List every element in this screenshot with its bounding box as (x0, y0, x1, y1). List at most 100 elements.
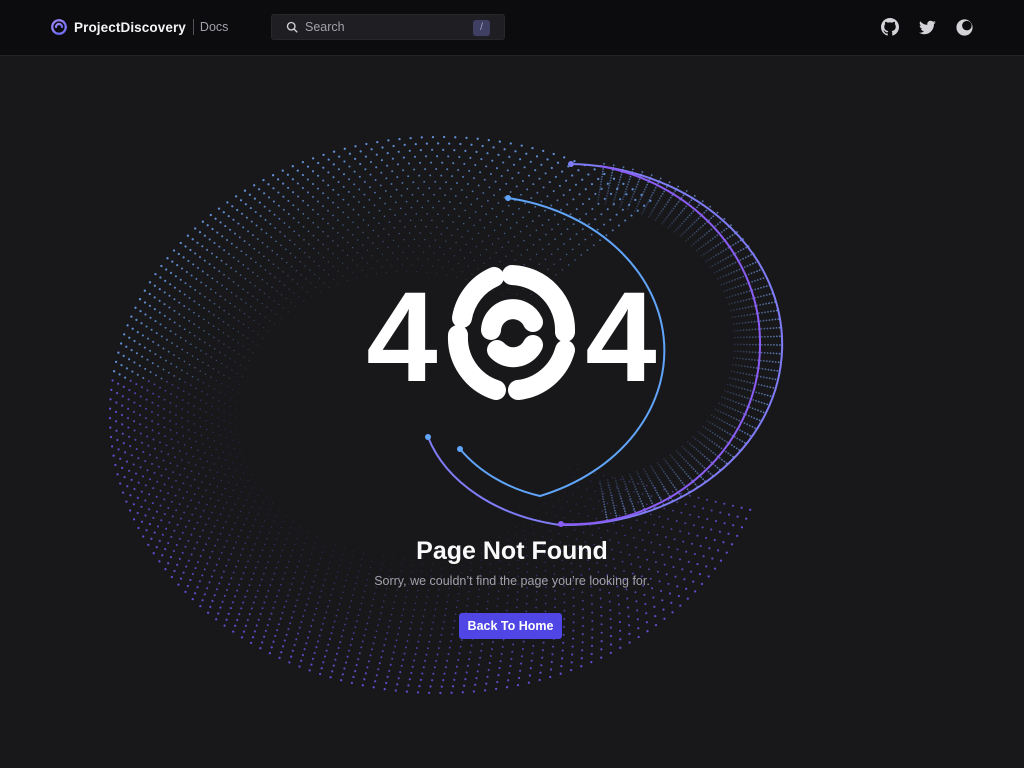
swirl-dot (108, 416, 112, 420)
swirl-dot (374, 179, 377, 181)
swirl-dot (499, 260, 501, 263)
github-link[interactable] (880, 17, 900, 37)
swirl-dot (598, 527, 600, 529)
swirl-dot (762, 277, 765, 279)
swirl-dot (203, 593, 206, 596)
swirl-dot (742, 299, 745, 302)
swirl-dot (521, 648, 524, 650)
theme-toggle-button[interactable] (954, 17, 974, 37)
swirl-dot (546, 158, 549, 161)
swirl-dot (215, 256, 218, 259)
swirl-dot (340, 635, 343, 638)
swirl-dot (231, 205, 234, 208)
swirl-dot (165, 338, 168, 341)
swirl-dot (380, 171, 383, 174)
swirl-dot (420, 219, 423, 221)
swirl-dot (236, 372, 238, 374)
swirl-dot (645, 186, 647, 189)
swirl-dot (627, 180, 630, 183)
swirl-dot (753, 271, 756, 274)
swirl-dot (765, 294, 768, 296)
swirl-dot (116, 382, 120, 385)
swirl-dot (716, 466, 719, 469)
swirl-dot (298, 665, 301, 668)
swirl-dot (619, 646, 622, 649)
swirl-dot (598, 193, 600, 196)
swirl-dot (193, 493, 196, 496)
swirl-dot (447, 155, 450, 158)
swirl-dot (261, 278, 264, 281)
swirl-dot (381, 606, 384, 608)
swirl-dot (173, 375, 176, 377)
swirl-dot (497, 153, 500, 156)
swirl-dot (614, 567, 616, 570)
swirl-dot (540, 527, 542, 529)
swirl-dot (356, 252, 359, 254)
swirl-dot (248, 316, 250, 318)
swirl-dot (719, 260, 722, 263)
swirl-dot (745, 358, 747, 360)
swirl-dot (635, 519, 638, 522)
swirl-dot (219, 532, 222, 535)
swirl-dot (573, 159, 576, 163)
swirl-dot (701, 200, 704, 203)
swirl-dot (184, 340, 187, 342)
swirl-dot (225, 618, 228, 621)
swirl-dot (543, 503, 545, 505)
swirl-dot (708, 459, 710, 462)
swirl-dot (320, 590, 323, 593)
swirl-dot (592, 508, 595, 510)
swirl-dot (299, 261, 301, 263)
swirl-dot (730, 416, 733, 418)
swirl-dot (332, 150, 336, 153)
swirl-dot (531, 652, 534, 655)
swirl-dot (259, 289, 261, 291)
swirl-dot (762, 411, 765, 414)
search-bar[interactable]: / (271, 14, 505, 40)
swirl-dot (441, 220, 444, 222)
swirl-dot (212, 396, 214, 399)
swirl-dot (517, 245, 519, 247)
swirl-dot (492, 641, 494, 643)
swirl-dot (626, 488, 628, 490)
brand-logo-link[interactable]: ProjectDiscovery Docs (50, 16, 228, 38)
swirl-dot (317, 252, 320, 254)
swirl-dot (561, 269, 564, 271)
swirl-dot (634, 198, 637, 202)
twitter-link[interactable] (917, 17, 937, 37)
back-to-home-button[interactable]: Back To Home (459, 613, 562, 639)
swirl-dot (731, 287, 734, 290)
swirl-dot (693, 457, 696, 460)
swirl-dot (169, 462, 172, 465)
swirl-dot (146, 435, 149, 438)
swirl-dot (363, 678, 366, 681)
swirl-dot (208, 385, 210, 387)
search-icon (286, 21, 298, 33)
swirl-dot (539, 671, 542, 674)
swirl-dot (563, 609, 566, 612)
swirl-dot (181, 348, 184, 351)
swirl-dot (680, 511, 683, 514)
swirl-dot (619, 176, 622, 179)
swirl-dot (734, 278, 736, 281)
swirl-dot (501, 210, 504, 213)
swirl-dot (565, 179, 568, 182)
swirl-dot (159, 386, 161, 389)
swirl-dot (663, 205, 666, 208)
search-input[interactable] (305, 20, 475, 34)
swirl-dot (698, 248, 700, 250)
swirl-dot (145, 407, 148, 410)
swirl-dot (461, 236, 463, 238)
swirl-dot (156, 525, 160, 528)
swirl-dot (589, 524, 591, 527)
swirl-dot (332, 626, 335, 629)
swirl-dot (295, 270, 298, 272)
swirl-dot (389, 619, 391, 622)
swirl-dot (227, 612, 230, 615)
swirl-dot (322, 230, 324, 233)
swirl-dot (312, 247, 315, 250)
swirl-dot (282, 521, 285, 523)
swirl-dot (287, 628, 290, 631)
swirl-dot (371, 648, 373, 651)
swirl-dot (563, 156, 566, 159)
